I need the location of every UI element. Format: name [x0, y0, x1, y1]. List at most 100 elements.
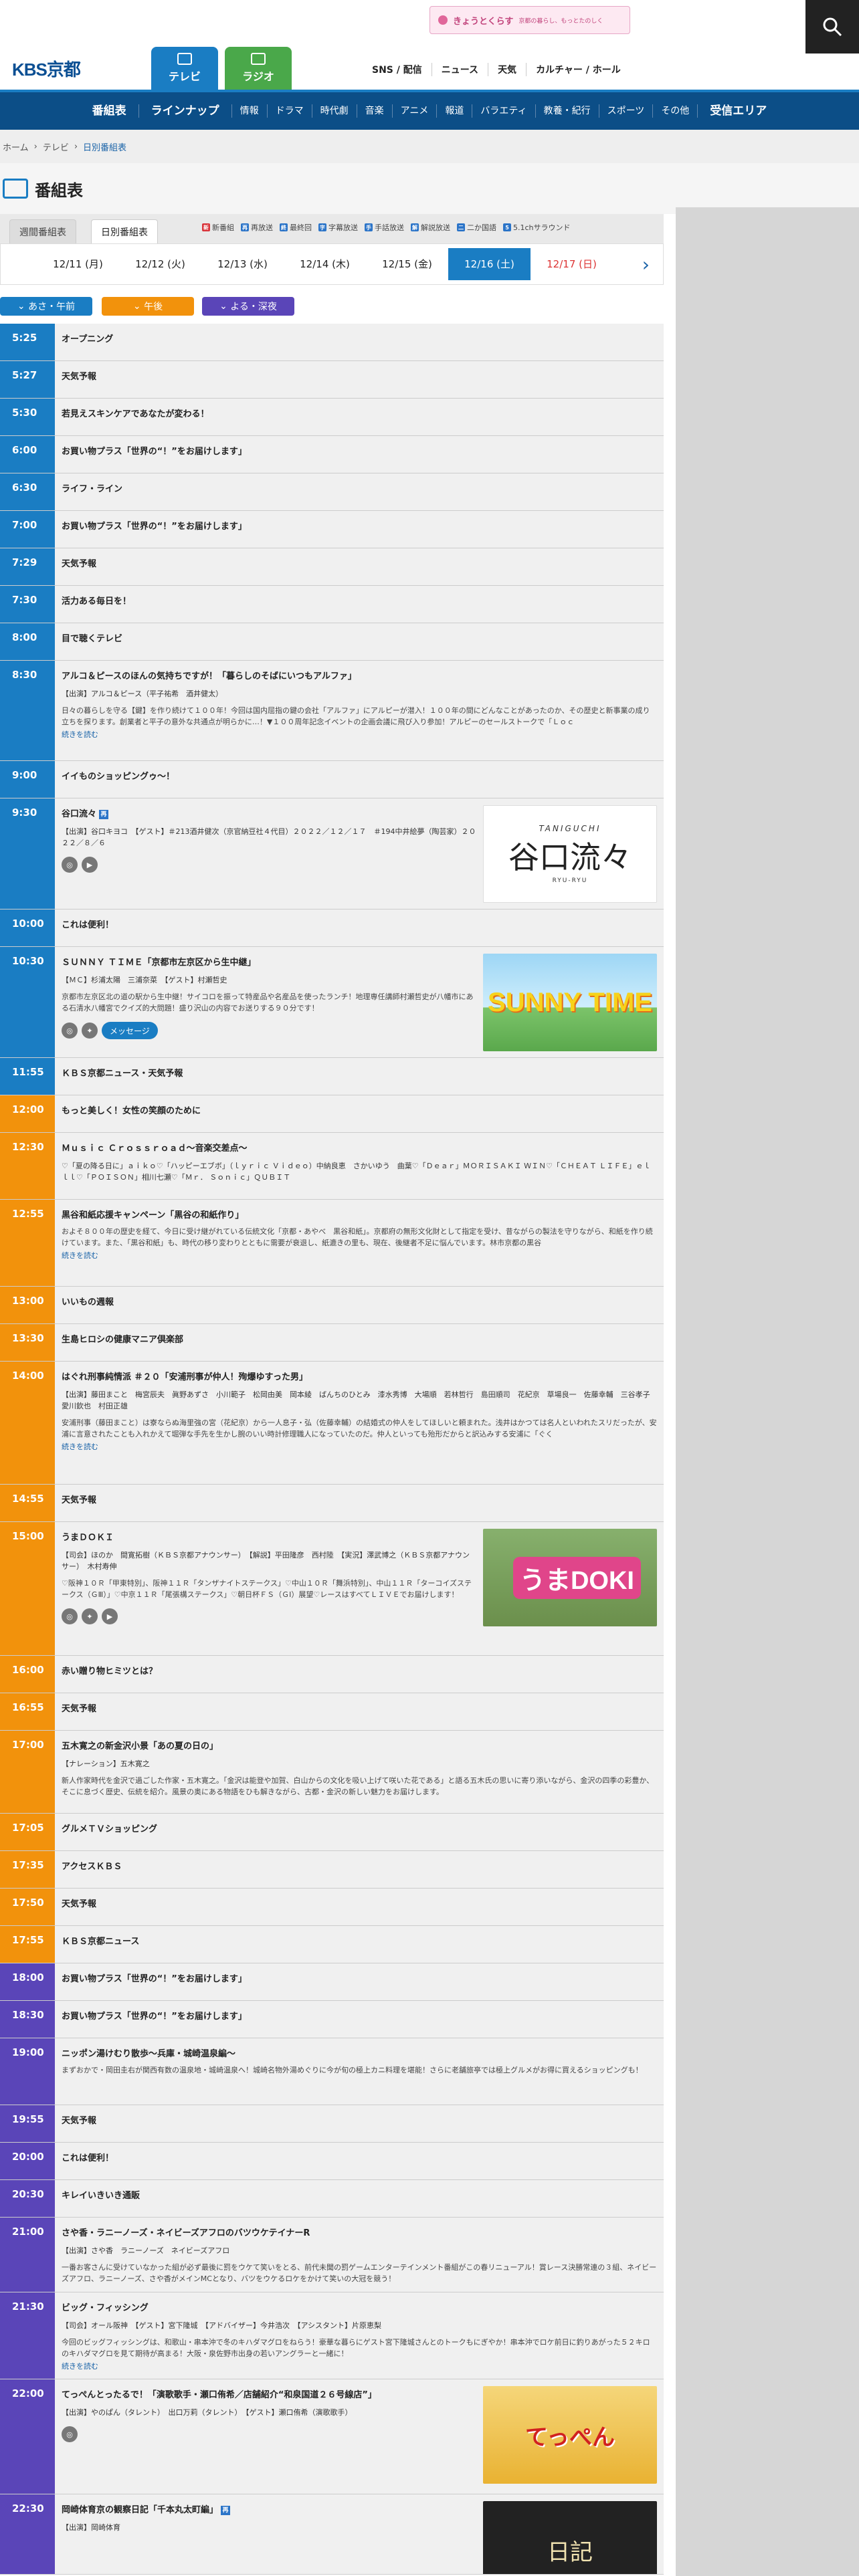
- program-title[interactable]: 天気予報: [62, 1493, 657, 1505]
- message-button[interactable]: メッセージ: [102, 1022, 158, 1039]
- period-morning-button[interactable]: ⌄ あさ・午前: [0, 297, 92, 316]
- program-title[interactable]: お買い物プラス「世界の“！”をお届けします」: [62, 2009, 657, 2022]
- program-thumbnail[interactable]: てっぺん: [483, 2386, 657, 2484]
- read-more-link[interactable]: 続きを読む: [62, 1441, 657, 1452]
- program-row[interactable]: 17:50 天気予報: [0, 1889, 664, 1926]
- program-row[interactable]: 17:55 ＫＢＳ京都ニュース: [0, 1926, 664, 1963]
- program-title[interactable]: 活力ある毎日を！: [62, 594, 657, 607]
- read-more-link[interactable]: 続きを読む: [62, 729, 657, 740]
- program-row[interactable]: 17:35 アクセスＫＢＳ: [0, 1851, 664, 1889]
- program-title[interactable]: これは便利！: [62, 918, 657, 930]
- program-title[interactable]: 赤い贈り物ヒミツとは？: [62, 1664, 657, 1677]
- program-title[interactable]: お買い物プラス「世界の“！”をお届けします」: [62, 444, 657, 457]
- catnav-item[interactable]: 音楽: [357, 104, 393, 118]
- program-title[interactable]: お買い物プラス「世界の“！”をお届けします」: [62, 1971, 657, 1984]
- program-row[interactable]: 13:00 いいもの週報: [0, 1287, 664, 1324]
- program-title[interactable]: イイものショッピングゥ～！: [62, 769, 657, 782]
- website-icon[interactable]: ◎: [62, 2426, 78, 2442]
- breadcrumb-home[interactable]: ホーム: [3, 140, 29, 153]
- program-row[interactable]: 5:27 天気予報: [0, 361, 664, 399]
- program-row[interactable]: 14:00 はぐれ刑事純情派 ＃２０「安浦刑事が仲人！殉爆ゆすった男」 【出演】藤田…: [0, 1362, 664, 1485]
- date-tab[interactable]: 12/17 (日): [531, 248, 613, 280]
- program-thumbnail[interactable]: うまDOKI: [483, 1529, 657, 1626]
- program-title[interactable]: 黒谷和紙応援キャンペーン「黒谷の和紙作り」: [62, 1208, 657, 1220]
- youtube-icon[interactable]: ▶: [82, 857, 98, 873]
- program-row[interactable]: 7:29 天気予報: [0, 548, 664, 586]
- program-title[interactable]: 若見えスキンケアであなたが変わる！: [62, 407, 657, 419]
- program-title[interactable]: Ｍｕｓｉｃ Ｃｒｏｓｓｒｏａｄ～音楽交差点～: [62, 1141, 657, 1154]
- program-row[interactable]: 9:30 谷口流々再【出演】谷口キヨコ 【ゲスト】＃213酒井健次（京官納豆社４代…: [0, 798, 664, 909]
- program-row[interactable]: 10:00 これは便利！: [0, 909, 664, 947]
- promo-banner[interactable]: きょうとくらす 京都の暮らし、もっとたのしく: [430, 6, 630, 34]
- twitter-icon[interactable]: ✦: [82, 1608, 98, 1624]
- program-title[interactable]: アルコ＆ピースのほんの気持ちですが！「暮らしのそばにいつもアルファ」: [62, 669, 657, 681]
- program-row[interactable]: 7:30 活力ある毎日を！: [0, 586, 664, 623]
- catnav-item[interactable]: 教養・紀行: [536, 104, 599, 118]
- program-title[interactable]: ＫＢＳ京都ニュース: [62, 1934, 657, 1947]
- topnav-link[interactable]: 天気: [488, 63, 527, 76]
- site-logo[interactable]: KBS京都: [12, 56, 81, 81]
- program-title[interactable]: 五木寛之の新金沢小景「あの夏の日の」: [62, 1739, 657, 1751]
- program-row[interactable]: 22:00 てっぺんとったるで！「演歌歌手・瀬口侑希／店舗紹介“和泉国道２６号線店…: [0, 2379, 664, 2494]
- catnav-item[interactable]: その他: [653, 104, 698, 118]
- tab-tv[interactable]: テレビ: [151, 47, 218, 90]
- catnav-item[interactable]: スポーツ: [599, 104, 654, 118]
- read-more-link[interactable]: 続きを読む: [62, 2361, 657, 2371]
- search-button[interactable]: [805, 0, 859, 53]
- program-row[interactable]: 20:00 これは便利！: [0, 2143, 664, 2180]
- twitter-icon[interactable]: ✦: [82, 1023, 98, 1039]
- date-tab[interactable]: 12/12 (火): [119, 248, 201, 280]
- program-row[interactable]: 17:00 五木寛之の新金沢小景「あの夏の日の」 【ナレーション】五木寛之 新人作家時…: [0, 1731, 664, 1814]
- program-thumbnail[interactable]: SUNNY TIME: [483, 954, 657, 1051]
- program-title[interactable]: ニッポン湯けむり散歩～兵庫・城崎温泉編～: [62, 2046, 657, 2059]
- program-row[interactable]: 15:00 うまＤＯＫＩ 【司会】ほのか 間寛拓樹（ＫＢＳ京都アナウンサー） 【解説…: [0, 1522, 664, 1656]
- program-row[interactable]: 18:30 お買い物プラス「世界の“！”をお届けします」: [0, 2001, 664, 2038]
- program-title[interactable]: これは便利！: [62, 2151, 657, 2163]
- youtube-icon[interactable]: ▶: [102, 1608, 118, 1624]
- program-row[interactable]: 19:00 ニッポン湯けむり散歩～兵庫・城崎温泉編～ まずおかで・岡田圭右が関西有数…: [0, 2038, 664, 2105]
- program-row[interactable]: 21:00 さや香・ラニーノーズ・ネイビーズアフロのバツウケテイナーR 【出演】さや…: [0, 2218, 664, 2292]
- program-title[interactable]: いいもの週報: [62, 1295, 657, 1307]
- program-row[interactable]: 5:30 若見えスキンケアであなたが変わる！: [0, 399, 664, 436]
- catnav-item[interactable]: 番組表: [80, 104, 139, 118]
- catnav-item[interactable]: 報道: [437, 104, 473, 118]
- tab-daily[interactable]: 日別番組表: [91, 219, 158, 243]
- program-row[interactable]: 18:00 お買い物プラス「世界の“！”をお届けします」: [0, 1963, 664, 2001]
- catnav-item[interactable]: 受信エリア: [698, 104, 779, 118]
- program-title[interactable]: 天気予報: [62, 369, 657, 382]
- website-icon[interactable]: ◎: [62, 857, 78, 873]
- catnav-item[interactable]: ドラマ: [268, 104, 312, 118]
- date-tab[interactable]: 12/16 (土): [448, 248, 531, 280]
- program-row[interactable]: 16:00 赤い贈り物ヒミツとは？: [0, 1656, 664, 1693]
- program-thumbnail[interactable]: 日記: [483, 2501, 657, 2574]
- date-tab[interactable]: 12/14 (木): [284, 248, 366, 280]
- program-row[interactable]: 13:30 生島ヒロシの健康マニア倶楽部: [0, 1324, 664, 1362]
- website-icon[interactable]: ◎: [62, 1608, 78, 1624]
- catnav-item[interactable]: 時代劇: [312, 104, 357, 118]
- program-title[interactable]: 生島ヒロシの健康マニア倶楽部: [62, 1332, 657, 1345]
- period-afternoon-button[interactable]: ⌄ 午後: [102, 297, 194, 316]
- topnav-link[interactable]: ニュース: [432, 63, 489, 76]
- program-row[interactable]: 19:55 天気予報: [0, 2105, 664, 2143]
- tab-radio[interactable]: ラジオ: [225, 47, 292, 90]
- program-title[interactable]: グルメＴＶショッピング: [62, 1822, 657, 1834]
- program-title[interactable]: アクセスＫＢＳ: [62, 1859, 657, 1872]
- breadcrumb-tv[interactable]: テレビ: [43, 140, 69, 153]
- program-row[interactable]: 12:30 Ｍｕｓｉｃ Ｃｒｏｓｓｒｏａｄ～音楽交差点～ ♡「夏の降る日に」ａｉｋｏ…: [0, 1133, 664, 1200]
- program-row[interactable]: 6:00 お買い物プラス「世界の“！”をお届けします」: [0, 436, 664, 473]
- program-title[interactable]: 天気予報: [62, 2113, 657, 2126]
- program-row[interactable]: 10:30 ＳＵＮＮＹ ＴＩＭＥ「京都市左京区から生中継」 【ＭＣ】杉浦太陽 三浦奈…: [0, 947, 664, 1058]
- program-row[interactable]: 16:55 天気予報: [0, 1693, 664, 1731]
- program-title[interactable]: 天気予報: [62, 1701, 657, 1714]
- program-row[interactable]: 8:00 目で聴くテレビ: [0, 623, 664, 661]
- catnav-item[interactable]: ラインナップ: [139, 104, 232, 118]
- program-title[interactable]: ライフ・ライン: [62, 481, 657, 494]
- program-title[interactable]: さや香・ラニーノーズ・ネイビーズアフロのバツウケテイナーR: [62, 2226, 657, 2238]
- topnav-link[interactable]: SNS / 配信: [363, 63, 432, 76]
- program-row[interactable]: 5:25 オープニング: [0, 324, 664, 361]
- program-row[interactable]: 9:00 イイものショッピングゥ～！: [0, 761, 664, 798]
- program-row[interactable]: 17:05 グルメＴＶショッピング: [0, 1814, 664, 1851]
- program-row[interactable]: 20:30 キレイいきいき通販: [0, 2180, 664, 2218]
- tab-weekly[interactable]: 週間番組表: [9, 219, 76, 243]
- website-icon[interactable]: ◎: [62, 1023, 78, 1039]
